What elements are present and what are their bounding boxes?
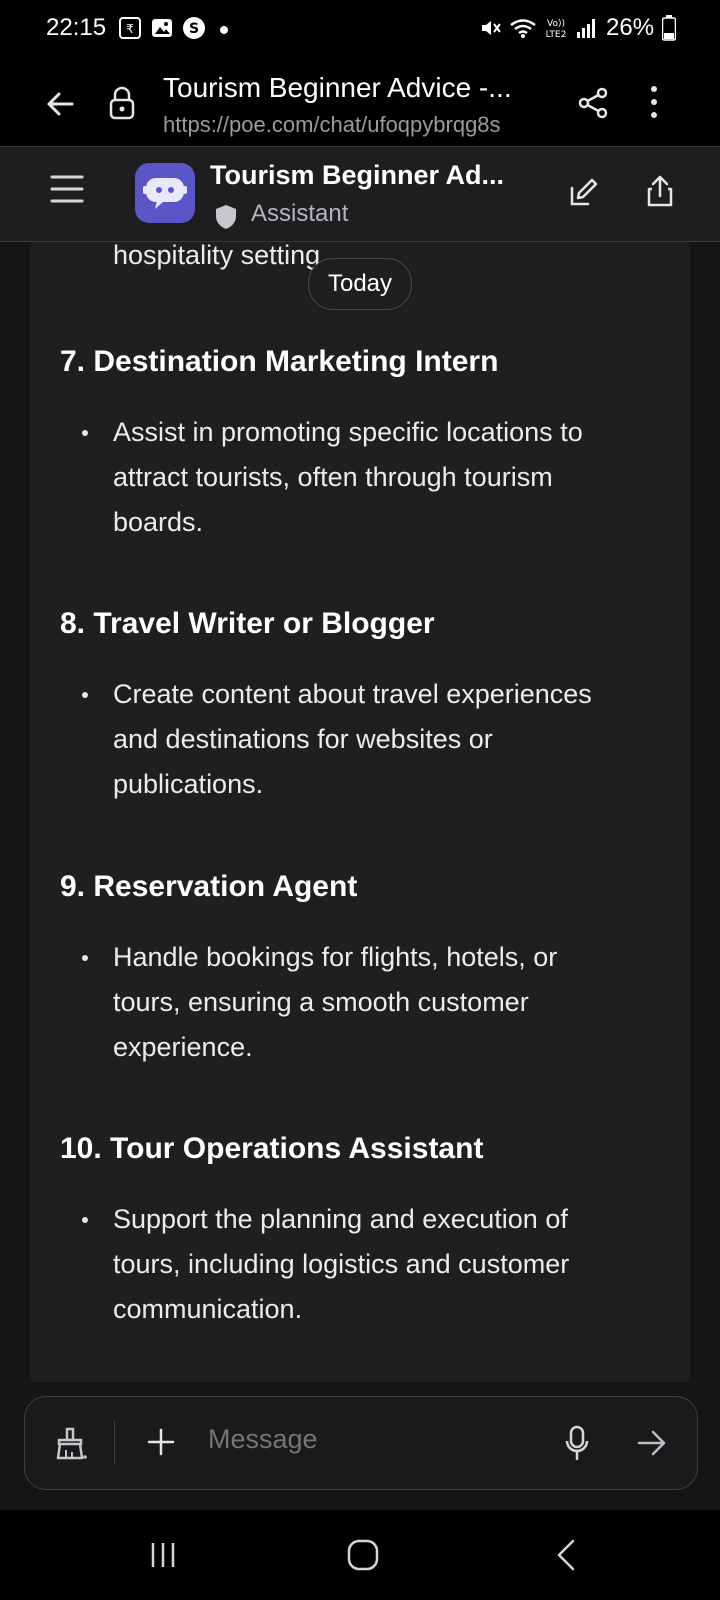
back-arrow-icon[interactable] (42, 86, 78, 122)
bullet-line: tours, ensuring a smooth customer (113, 987, 529, 1017)
bot-title[interactable]: Tourism Beginner Ad... (210, 160, 504, 191)
volte-icon: Vo)) LTE2 (546, 19, 567, 40)
battery-percentage: 26% (606, 14, 655, 41)
bullet-text: Support the planning and execution of to… (113, 1197, 673, 1332)
bullet-line: publications. (113, 769, 264, 799)
list-heading: 8. Travel Writer or Blogger (60, 607, 435, 640)
bullet-line: and destinations for websites or (113, 724, 493, 754)
bullet-line: communication. (113, 1294, 303, 1324)
wifi-icon (510, 19, 536, 38)
svg-text:₹: ₹ (126, 22, 134, 36)
svg-text:Vo)): Vo)) (547, 19, 565, 29)
bullet-text: Assist in promoting specific locations t… (113, 410, 673, 545)
home-icon[interactable] (346, 1538, 380, 1572)
more-notifications-dot-icon (220, 26, 228, 34)
svg-text:LTE2: LTE2 (546, 30, 567, 40)
share-icon[interactable] (576, 86, 610, 120)
partial-text-line: hospitality setting (113, 240, 321, 270)
bullet-line: Handle bookings for flights, hotels, or (113, 942, 558, 972)
gallery-notification-icon (152, 19, 172, 37)
bullet-line: Support the planning and execution of (113, 1204, 568, 1234)
s-app-notification-icon: S (183, 17, 205, 39)
bullet-text: Handle bookings for flights, hotels, or … (113, 935, 673, 1070)
message-input[interactable] (208, 1424, 538, 1455)
page-url[interactable]: https://poe.com/chat/ufoqpybrqg8s (163, 112, 501, 138)
bot-subtitle: Assistant (251, 200, 349, 227)
rupee-notification-icon: ₹ (119, 17, 141, 39)
bullet-line: Assist in promoting specific locations t… (113, 417, 583, 447)
recent-apps-icon[interactable] (148, 1540, 178, 1570)
bullet-line: experience. (113, 1032, 253, 1062)
list-heading: 10. Tour Operations Assistant (60, 1132, 484, 1165)
signal-icon (577, 19, 595, 38)
date-separator-pill: Today (308, 258, 412, 310)
list-heading: 7. Destination Marketing Intern (60, 345, 499, 378)
clear-context-broom-icon[interactable] (52, 1426, 88, 1462)
bullet-line: Create content about travel experiences (113, 679, 592, 709)
bullet-text: Create content about travel experiences … (113, 672, 673, 807)
composer-divider (114, 1420, 115, 1464)
page-title[interactable]: Tourism Beginner Advice -... (163, 72, 512, 104)
bot-face-icon (143, 178, 187, 209)
bullet-line: tours, including logistics and customer (113, 1249, 570, 1279)
send-arrow-icon[interactable] (636, 1428, 668, 1458)
menu-icon[interactable] (50, 174, 84, 204)
new-chat-edit-icon[interactable] (568, 176, 600, 208)
shield-icon (216, 205, 236, 229)
battery-icon (662, 15, 676, 41)
microphone-icon[interactable] (564, 1425, 590, 1461)
bot-avatar[interactable] (135, 163, 195, 223)
list-heading: 9. Reservation Agent (60, 870, 358, 903)
bullet-line: boards. (113, 507, 204, 537)
bullet-dot (82, 692, 88, 698)
mute-icon (482, 21, 501, 35)
more-options-icon[interactable] (648, 84, 660, 120)
lock-icon[interactable] (107, 85, 137, 121)
add-attachment-icon[interactable] (147, 1428, 175, 1456)
system-back-icon[interactable] (554, 1538, 578, 1572)
status-time: 22:15 (46, 14, 107, 41)
svg-text:S: S (189, 21, 199, 37)
bullet-dot (82, 1217, 88, 1223)
bullet-dot (82, 955, 88, 961)
bullet-line: attract tourists, often through tourism (113, 462, 553, 492)
export-share-icon[interactable] (646, 174, 674, 208)
bullet-dot (82, 430, 88, 436)
